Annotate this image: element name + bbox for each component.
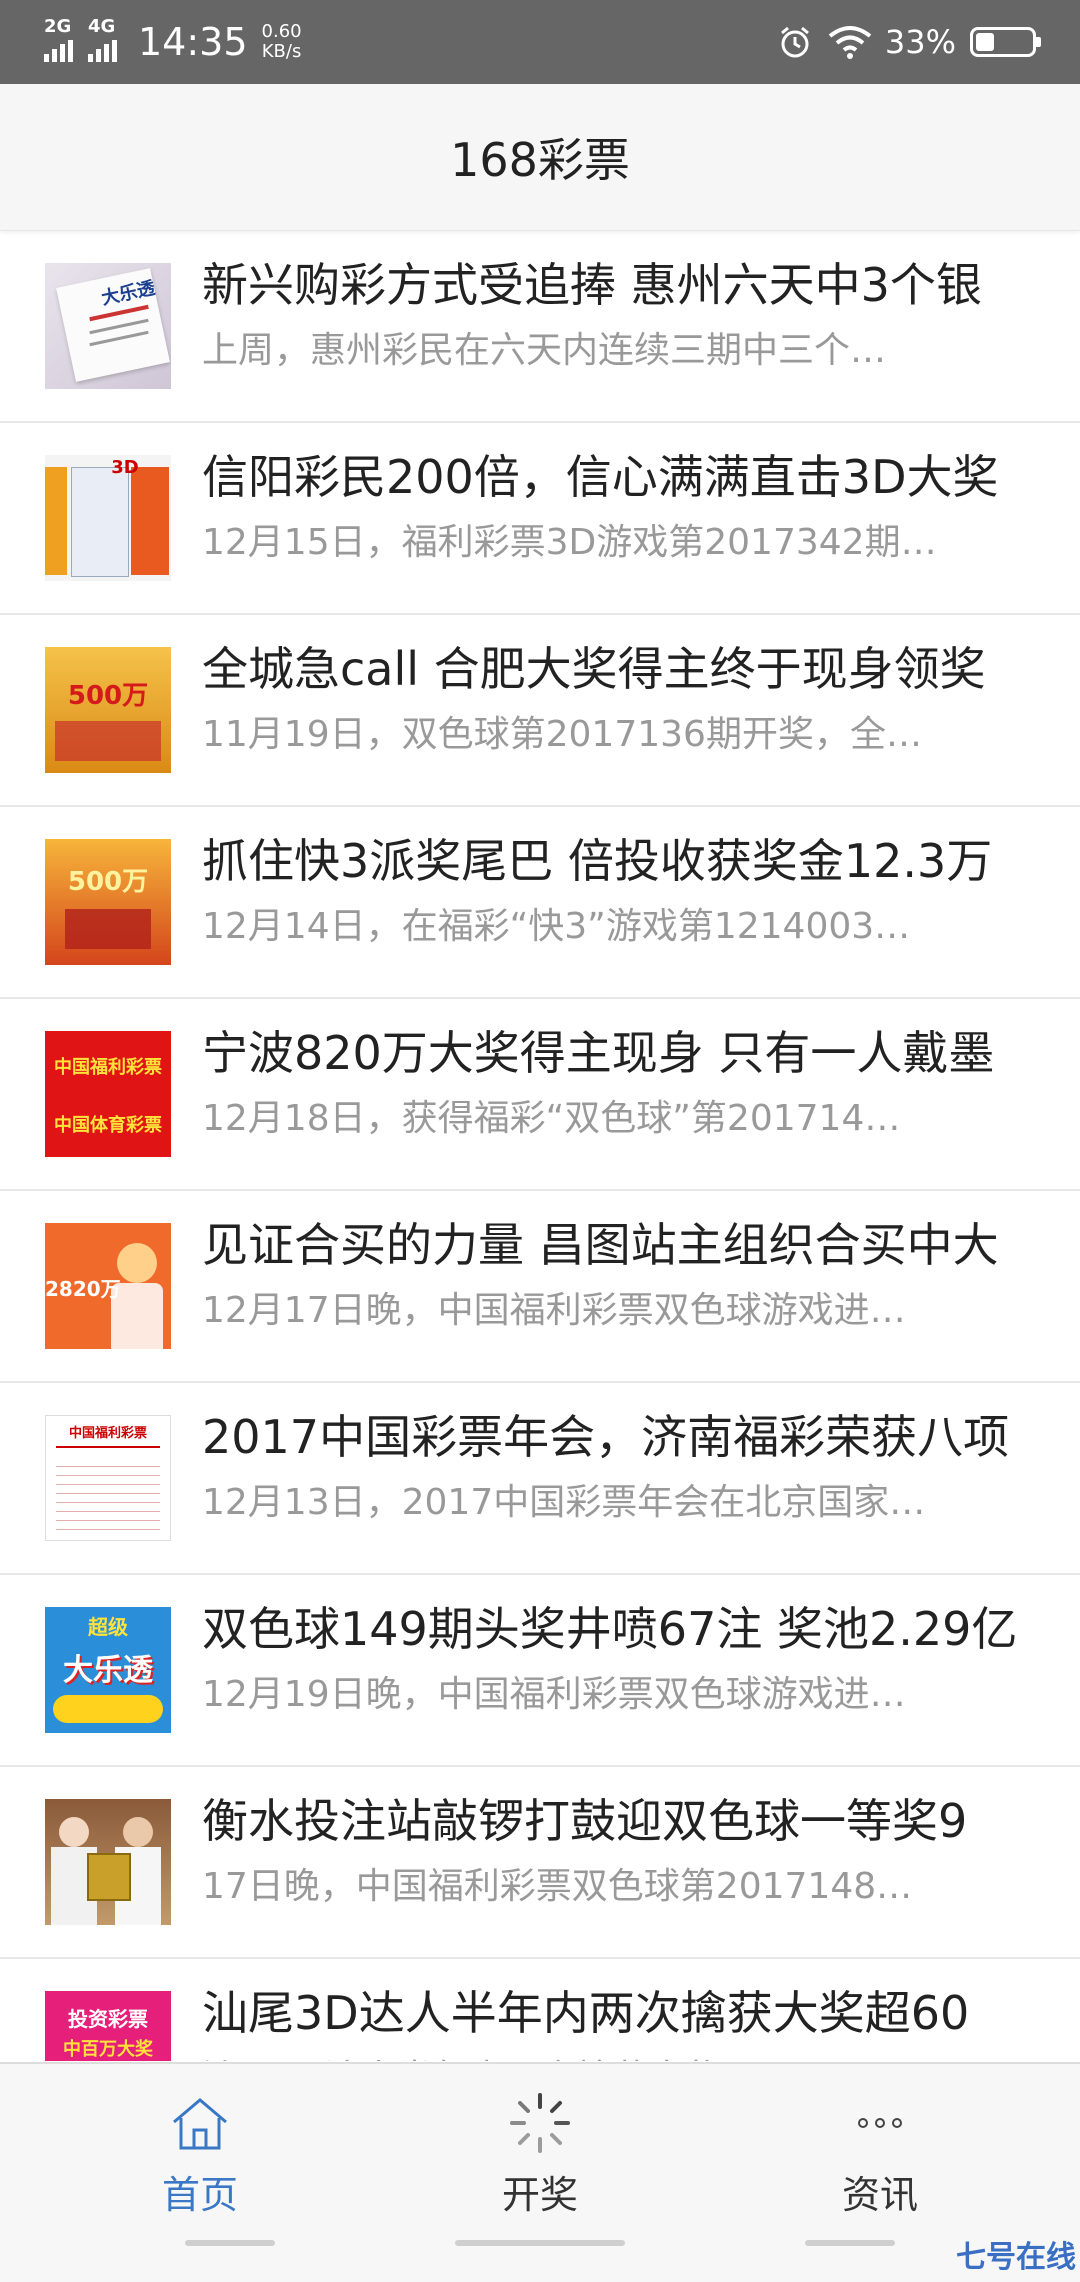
news-summary: 汕尾3D达人半年内两次擒获大奖…: [202, 2051, 1037, 2061]
network-type-4g: 4G: [88, 16, 116, 37]
page-title: 168彩票: [450, 133, 630, 187]
news-title: 汕尾3D达人半年内两次擒获大奖超60: [202, 1986, 970, 2040]
network-speed-unit: KB/s: [261, 41, 302, 62]
network-type-2g: 2G: [44, 16, 72, 37]
news-item[interactable]: 大乐透 新兴购彩方式受追捧 惠州六天中3个银 上周，惠州彩民在六天内连续三期中三…: [0, 231, 1080, 423]
wifi-icon: [828, 26, 872, 59]
battery-icon: [970, 27, 1041, 57]
news-item[interactable]: 超级 大乐透 双色球149期头奖井喷67注 奖池2.29亿 12月19日晚，中国…: [0, 1575, 1080, 1767]
news-item[interactable]: 3D 信阳彩民200倍，信心满满直击3D大奖 12月15日，福利彩票3D游戏第2…: [0, 423, 1080, 615]
thumbnail-text: 500万: [67, 867, 149, 897]
nav-home-label: 首页: [161, 2173, 238, 2217]
thumbnail-text: 中国福利彩票: [68, 1426, 147, 1441]
news-title: 见证合买的力量 昌图站主组织合买中大: [202, 1218, 999, 1272]
news-title: 新兴购彩方式受追捧 惠州六天中3个银: [202, 258, 982, 312]
news-thumbnail: 3D: [45, 455, 171, 581]
news-summary: 12月17日晚，中国福利彩票双色球游戏进…: [202, 1290, 906, 1331]
news-summary: 12月19日晚，中国福利彩票双色球游戏进…: [202, 1674, 906, 1715]
thumbnail-text: 中国福利彩票: [54, 1057, 162, 1078]
thumbnail-text: 投资彩票: [68, 2007, 148, 2031]
news-summary: 11月19日，双色球第2017136期开奖，全…: [202, 714, 922, 755]
battery-fill: [976, 33, 994, 51]
thumbnail-text: 500万: [67, 681, 149, 711]
news-title: 宁波820万大奖得主现身 只有一人戴墨: [202, 1026, 995, 1080]
more-dots-icon: [730, 2088, 1030, 2158]
news-thumbnail: 投资彩票 中百万大奖: [45, 1991, 171, 2061]
status-bar-right: 33%: [777, 14, 1041, 70]
home-icon: [50, 2088, 350, 2158]
app-header: 168彩票: [0, 84, 1080, 231]
news-thumbnail: 中国福利彩票 中国体育彩票: [45, 1031, 171, 1157]
status-bar-left: 2G 4G 14:35 0.60 KB/s: [44, 14, 302, 70]
nav-news-tab[interactable]: 资讯: [730, 2088, 1030, 2219]
thumbnail-text: 3D: [111, 457, 139, 478]
news-title: 抓住快3派奖尾巴 倍投收获奖金12.3万: [202, 834, 993, 888]
news-item[interactable]: 500万 抓住快3派奖尾巴 倍投收获奖金12.3万 12月14日，在福彩“快3”…: [0, 807, 1080, 999]
news-summary: 12月15日，福利彩票3D游戏第2017342期…: [202, 522, 937, 563]
network-speed: 0.60 KB/s: [262, 22, 302, 62]
news-item[interactable]: 衡水投注站敲锣打鼓迎双色球一等奖9 17日晚，中国福利彩票双色球第2017148…: [0, 1767, 1080, 1959]
news-item[interactable]: 500万 全城急call 合肥大奖得主终于现身领奖 11月19日，双色球第201…: [0, 615, 1080, 807]
alarm-icon: [780, 26, 809, 58]
nav-home-tab[interactable]: 首页: [50, 2088, 350, 2219]
news-thumbnail: 中国福利彩票: [45, 1415, 171, 1541]
status-bar: 2G 4G 14:35 0.60 KB/s 33%: [0, 0, 1080, 84]
news-summary: 12月14日，在福彩“快3”游戏第1214003…: [202, 906, 911, 947]
news-list[interactable]: 大乐透 新兴购彩方式受追捧 惠州六天中3个银 上周，惠州彩民在六天内连续三期中三…: [0, 231, 1080, 2061]
news-item[interactable]: 投资彩票 中百万大奖 汕尾3D达人半年内两次擒获大奖超60 汕尾3D达人半年内两…: [0, 1959, 1080, 2061]
nav-draw-label: 开奖: [501, 2173, 578, 2217]
gesture-bar-left: [185, 2240, 275, 2246]
thumbnail-text: 超级: [88, 1615, 128, 1639]
battery-percent: 33%: [884, 23, 956, 61]
news-summary: 12月18日，获得福彩“双色球”第201714…: [202, 1098, 901, 1139]
news-thumbnail: 500万: [45, 839, 171, 965]
nav-draw-tab[interactable]: 开奖: [390, 2088, 690, 2219]
news-title: 双色球149期头奖井喷67注 奖池2.29亿: [202, 1602, 1018, 1656]
nav-news-label: 资讯: [841, 2173, 918, 2217]
news-thumbnail: 超级 大乐透: [45, 1607, 171, 1733]
news-item[interactable]: 2820万 见证合买的力量 昌图站主组织合买中大 12月17日晚，中国福利彩票双…: [0, 1191, 1080, 1383]
news-thumbnail: [45, 1799, 171, 1925]
thumbnail-text: 2820万: [45, 1277, 121, 1301]
news-thumbnail: 2820万: [45, 1223, 171, 1349]
news-title: 信阳彩民200倍，信心满满直击3D大奖: [202, 450, 999, 504]
news-summary: 上周，惠州彩民在六天内连续三期中三个…: [202, 330, 887, 371]
news-item[interactable]: 中国福利彩票 2017中国彩票年会，济南福彩荣获八项 12月13日，2017中国…: [0, 1383, 1080, 1575]
watermark: 七号在线: [956, 2240, 1076, 2275]
news-summary: 12月13日，2017中国彩票年会在北京国家…: [202, 1482, 926, 1523]
news-summary: 17日晚，中国福利彩票双色球第2017148…: [202, 1866, 913, 1907]
signal-4g-icon: 4G: [88, 18, 120, 62]
thumbnail-text: 中百万大奖: [63, 2039, 153, 2060]
network-speed-value: 0.60: [261, 21, 302, 42]
news-item[interactable]: 中国福利彩票 中国体育彩票 宁波820万大奖得主现身 只有一人戴墨 12月18日…: [0, 999, 1080, 1191]
news-thumbnail: 500万: [45, 647, 171, 773]
loading-spinner-icon: [390, 2088, 690, 2158]
news-thumbnail: 大乐透: [45, 263, 171, 389]
news-title: 全城急call 合肥大奖得主终于现身领奖: [202, 642, 986, 696]
bottom-nav: 首页 开奖 资讯: [0, 2062, 1080, 2282]
signal-2g-icon: 2G: [44, 18, 76, 62]
news-title: 衡水投注站敲锣打鼓迎双色球一等奖9: [202, 1794, 968, 1848]
thumbnail-text: 中国体育彩票: [54, 1115, 162, 1136]
gesture-bar-right: [805, 2240, 895, 2246]
gesture-bar-center: [455, 2240, 625, 2246]
status-time: 14:35: [138, 20, 248, 64]
thumbnail-text: 大乐透: [63, 1653, 153, 1688]
news-title: 2017中国彩票年会，济南福彩荣获八项: [202, 1410, 1010, 1464]
